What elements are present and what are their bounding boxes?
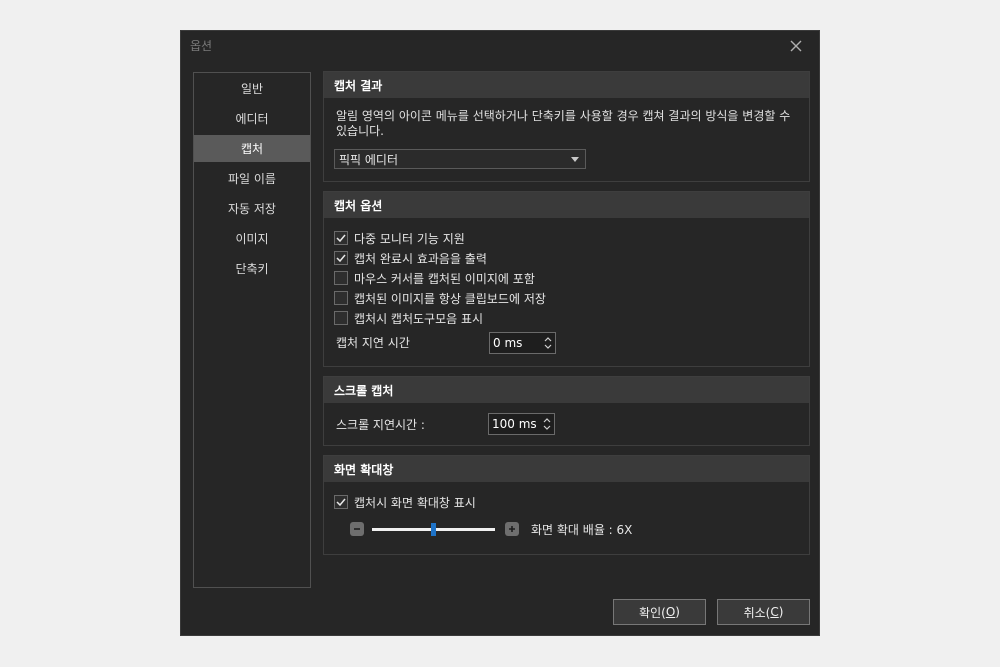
ok-button[interactable]: 확인(O) — [613, 599, 706, 625]
spinner-arrows-icon[interactable] — [542, 415, 552, 433]
ok-button-accelerator: O — [665, 605, 676, 619]
cancel-button[interactable]: 취소(C) — [717, 599, 810, 625]
sidebar-item-shortcut[interactable]: 단축키 — [194, 255, 310, 282]
checkbox-row-sound-effect[interactable]: 캡처 완료시 효과음을 출력 — [334, 249, 487, 267]
checkbox-label-multi-monitor: 다중 모니터 기능 지원 — [354, 231, 465, 246]
magnifier-checkbox-label: 캡처시 화면 확대창 표시 — [354, 495, 476, 510]
magnifier-checkbox-row[interactable]: 캡처시 화면 확대창 표시 — [334, 493, 476, 511]
capture-result-dropdown-value: 픽픽 에디터 — [339, 152, 399, 167]
checkbox-row-include-cursor[interactable]: 마우스 커서를 캡처된 이미지에 포함 — [334, 269, 535, 287]
zoom-out-button[interactable] — [350, 522, 364, 536]
plus-icon — [509, 526, 515, 532]
scroll-capture-section: 스크롤 캡처 스크롤 지연시간 : 100 ms — [323, 376, 810, 446]
cancel-button-accelerator: C — [770, 605, 779, 619]
close-icon — [790, 40, 802, 52]
sidebar-item-general[interactable]: 일반 — [194, 75, 310, 102]
section-header-capture-options: 캡처 옵션 — [324, 192, 809, 218]
options-dialog: 옵션 일반에디터캡처파일 이름자동 저장이미지단축키 캡처 결과 알림 영역의 … — [180, 30, 820, 636]
checkbox-multi-monitor[interactable] — [334, 231, 348, 245]
checkbox-sound-effect[interactable] — [334, 251, 348, 265]
checkbox-label-clipboard: 캡처된 이미지를 항상 클립보드에 저장 — [354, 291, 546, 306]
magnifier-checkbox[interactable] — [334, 495, 348, 509]
capture-delay-spinner[interactable]: 0 ms — [489, 332, 556, 354]
capture-result-section: 캡처 결과 알림 영역의 아이콘 메뉴를 선택하거나 단축키를 사용할 경우 캡… — [323, 71, 810, 182]
checkbox-row-multi-monitor[interactable]: 다중 모니터 기능 지원 — [334, 229, 465, 247]
checkbox-label-show-toolbar: 캡처시 캡처도구모음 표시 — [354, 311, 484, 326]
sidebar-item-editor[interactable]: 에디터 — [194, 105, 310, 132]
checkmark-icon — [336, 234, 346, 243]
section-header-scroll-capture: 스크롤 캡처 — [324, 377, 809, 403]
section-header-capture-result: 캡처 결과 — [324, 72, 809, 98]
capture-options-section: 캡처 옵션 다중 모니터 기능 지원캡처 완료시 효과음을 출력마우스 커서를 … — [323, 191, 810, 367]
cancel-button-text: 취소( — [743, 605, 771, 620]
spinner-arrows-icon[interactable] — [543, 334, 553, 352]
checkmark-icon — [336, 254, 346, 263]
dialog-title: 옵션 — [190, 39, 213, 53]
close-button[interactable] — [781, 34, 811, 58]
cancel-button-close-paren: ) — [778, 605, 784, 619]
magnifier-section: 화면 확대창 캡처시 화면 확대창 표시 화면 확대 배율 : 6X — [323, 455, 810, 555]
capture-delay-label: 캡처 지연 시간 — [336, 336, 410, 350]
checkmark-icon — [336, 498, 346, 507]
capture-result-description: 알림 영역의 아이콘 메뉴를 선택하거나 단축키를 사용할 경우 캡쳐 결과의 … — [336, 109, 791, 138]
checkbox-row-show-toolbar[interactable]: 캡처시 캡처도구모음 표시 — [334, 309, 483, 327]
section-header-magnifier: 화면 확대창 — [324, 456, 809, 482]
sidebar-item-auto-save[interactable]: 자동 저장 — [194, 195, 310, 222]
checkbox-row-clipboard[interactable]: 캡처된 이미지를 항상 클립보드에 저장 — [334, 289, 546, 307]
chevron-down-icon — [571, 157, 579, 162]
ok-button-text: 확인( — [639, 605, 666, 620]
scroll-delay-label: 스크롤 지연시간 : — [336, 418, 425, 432]
scroll-delay-spinner[interactable]: 100 ms — [488, 413, 555, 435]
zoom-slider-thumb[interactable] — [431, 523, 436, 536]
sidebar-item-image[interactable]: 이미지 — [194, 225, 310, 252]
checkbox-clipboard[interactable] — [334, 291, 348, 305]
sidebar-item-capture[interactable]: 캡처 — [194, 135, 310, 162]
checkbox-label-include-cursor: 마우스 커서를 캡처된 이미지에 포함 — [354, 271, 535, 286]
checkbox-label-sound-effect: 캡처 완료시 효과음을 출력 — [354, 251, 487, 266]
checkbox-show-toolbar[interactable] — [334, 311, 348, 325]
sidebar-item-file-name[interactable]: 파일 이름 — [194, 165, 310, 192]
sidebar-nav: 일반에디터캡처파일 이름자동 저장이미지단축키 — [193, 72, 311, 588]
scroll-delay-value: 100 ms — [492, 417, 537, 431]
checkbox-include-cursor[interactable] — [334, 271, 348, 285]
ok-button-close-paren: ) — [675, 605, 680, 619]
zoom-level-label: 화면 확대 배율 : 6X — [531, 523, 633, 537]
capture-result-dropdown[interactable]: 픽픽 에디터 — [334, 149, 586, 169]
capture-delay-value: 0 ms — [493, 336, 523, 350]
zoom-slider-row: 화면 확대 배율 : 6X — [350, 521, 790, 537]
minus-icon — [354, 528, 360, 530]
zoom-in-button[interactable] — [505, 522, 519, 536]
